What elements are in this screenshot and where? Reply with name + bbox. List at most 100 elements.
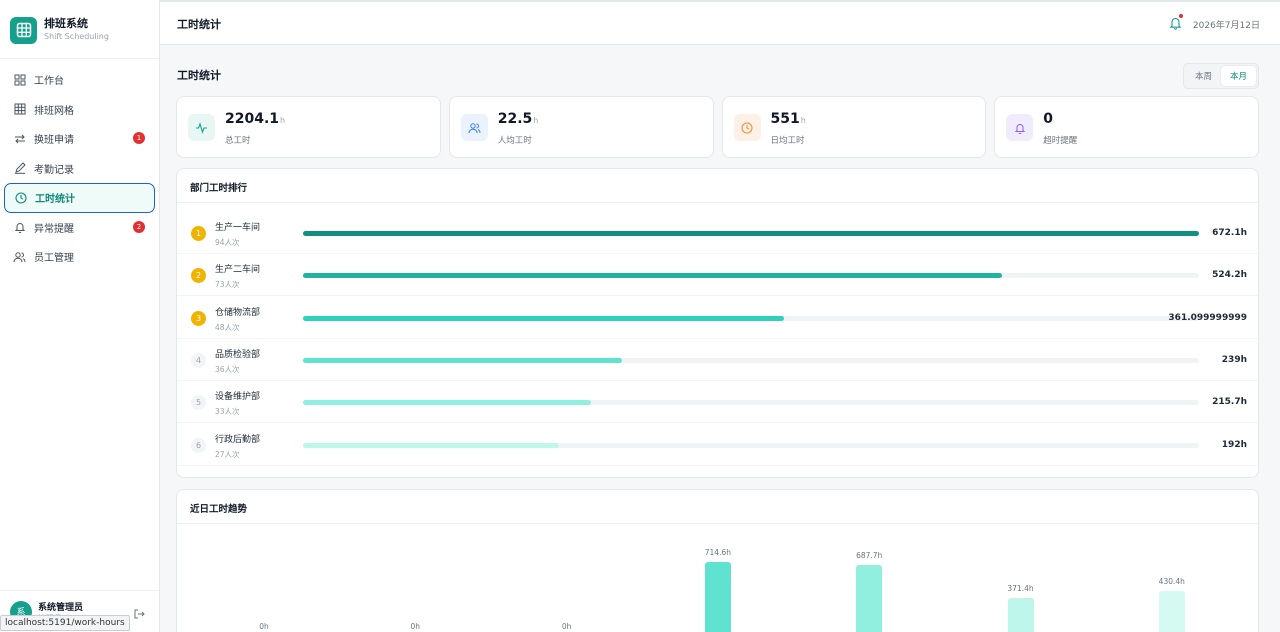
brand: 排班系统 Shift Scheduling xyxy=(0,0,159,59)
rank-bar-track xyxy=(303,442,1199,448)
sidebar-item-label: 员工管理 xyxy=(34,253,74,265)
trend-panel: 近日工时趋势 0h 0h 0h 714.6h 687.7h 371.4h 430.4h xyxy=(176,489,1259,632)
range-week-button[interactable]: 本周 xyxy=(1186,66,1221,86)
nav-badge: 2 xyxy=(133,220,145,233)
sidebar-item-label: 考勤记录 xyxy=(34,164,74,176)
stat-label: 日均工时 xyxy=(770,136,805,146)
sidebar: 排班系统 Shift Scheduling 工作台排班网格换班申请 1 考勤记录工时… xyxy=(0,0,160,632)
rank-bar-track xyxy=(303,400,1199,406)
department-name: 仓储物流部 xyxy=(215,307,261,318)
rank-hours: 239h xyxy=(1221,354,1247,365)
sidebar-item-label: 换班申请 xyxy=(34,135,74,147)
bell-icon xyxy=(13,221,26,234)
trend-bar xyxy=(1158,591,1185,632)
department-count: 94人次 xyxy=(215,238,240,247)
stat-unit: h xyxy=(800,116,806,125)
department-name: 设备维护部 xyxy=(215,392,261,403)
trend-bar-label: 0h xyxy=(410,622,421,631)
range-toggle: 本周 本月 xyxy=(1182,63,1259,89)
rank-number: 2 xyxy=(191,268,206,284)
users-icon xyxy=(460,114,488,141)
stat-card: 22.5h 人均工时 xyxy=(448,96,714,158)
ranking-row: 1 生产一车间 94人次 672.1h xyxy=(177,212,1258,254)
sidebar-item-label: 工时统计 xyxy=(35,194,75,206)
sidebar-item-label: 异常提醒 xyxy=(34,223,74,235)
page-title: 工时统计 xyxy=(177,18,221,31)
user-name: 系统管理员 xyxy=(38,602,84,613)
notification-dot xyxy=(1179,14,1183,18)
trend-bar xyxy=(1007,597,1034,632)
status-url-tooltip: localhost:5191/work-hours xyxy=(0,615,130,631)
sidebar-item-table[interactable]: 排班网格 xyxy=(4,95,155,125)
stat-value: 0 xyxy=(1043,111,1053,127)
ranking-title: 部门工时排行 xyxy=(177,169,1258,203)
rank-bar-track xyxy=(303,231,1199,236)
department-name: 生产一车间 xyxy=(215,223,261,233)
rank-bar-fill xyxy=(303,442,559,448)
clock-icon xyxy=(14,191,27,204)
bell-icon xyxy=(1006,114,1034,141)
rank-number: 4 xyxy=(191,352,206,368)
rank-bar-fill xyxy=(303,400,591,406)
range-month-button[interactable]: 本月 xyxy=(1220,66,1256,86)
rank-hours: 524.2h xyxy=(1212,270,1247,281)
department-name: 生产二车间 xyxy=(215,265,261,276)
rank-bar-fill xyxy=(303,273,1002,279)
trend-bar-label: 371.4h xyxy=(1007,583,1034,593)
rank-number: 5 xyxy=(191,395,206,411)
ranking-row: 6 行政后勤部 27人次 192h xyxy=(177,424,1258,466)
sidebar-nav: 工作台排班网格换班申请 1 考勤记录工时统计异常提醒 2 员工管理 xyxy=(0,59,159,272)
notification-bell-icon[interactable] xyxy=(1169,14,1183,34)
sidebar-item-pencil[interactable]: 考勤记录 xyxy=(4,154,155,184)
sidebar-item-grid[interactable]: 工作台 xyxy=(4,65,155,95)
stats-row: 2204.1h 总工时 22.5h 人均工时 551h 日均工时 0 超时提醒 xyxy=(176,96,1259,158)
table-icon xyxy=(10,16,37,44)
department-name: 品质检验部 xyxy=(215,349,261,360)
trend-bar xyxy=(704,562,731,632)
rank-bar-track xyxy=(303,357,1199,363)
rank-number: 1 xyxy=(191,226,206,241)
department-count: 73人次 xyxy=(215,280,240,290)
rank-bar-fill xyxy=(303,357,622,363)
sidebar-item-users[interactable]: 员工管理 xyxy=(4,242,155,272)
sidebar-item-swap[interactable]: 换班申请 1 xyxy=(4,124,155,154)
sidebar-item-label: 排班网格 xyxy=(34,105,74,117)
stat-value: 22.5h xyxy=(497,111,539,127)
swap-icon xyxy=(13,132,26,145)
activity-icon xyxy=(188,114,215,141)
rank-number: 6 xyxy=(191,437,206,453)
trend-bar-label: 0h xyxy=(561,622,572,631)
rank-hours: 672.1h xyxy=(1212,228,1247,238)
stat-value: 2204.1h xyxy=(225,111,286,127)
trend-title: 近日工时趋势 xyxy=(177,490,1258,524)
grid-icon xyxy=(13,73,26,86)
sidebar-item-label: 工作台 xyxy=(34,76,64,88)
stat-value: 551h xyxy=(770,111,806,127)
trend-chart: 0h 0h 0h 714.6h 687.7h 371.4h 430.4h xyxy=(177,524,1258,632)
sidebar-item-clock[interactable]: 工时统计 xyxy=(4,183,155,213)
section-title: 工时统计 xyxy=(177,69,221,82)
sidebar-item-bell[interactable]: 异常提醒 2 xyxy=(4,213,155,243)
stat-label: 人均工时 xyxy=(497,136,532,146)
stat-unit: h xyxy=(280,116,286,125)
topbar: 工时统计 2026年7月12日 xyxy=(160,0,1280,45)
current-date: 2026年7月12日 xyxy=(1192,21,1260,31)
stat-label: 超时提醒 xyxy=(1043,136,1078,146)
department-count: 33人次 xyxy=(215,407,240,417)
ranking-row: 3 仓储物流部 48人次 361.099999999 xyxy=(177,297,1258,339)
brand-title: 排班系统 xyxy=(44,17,88,30)
pencil-icon xyxy=(13,162,26,175)
rank-bar-track xyxy=(303,315,1199,321)
rank-number: 3 xyxy=(191,310,206,326)
logout-icon[interactable] xyxy=(133,605,145,624)
nav-badge: 1 xyxy=(133,132,145,144)
stat-card: 551h 日均工时 xyxy=(721,96,987,158)
department-ranking-panel: 部门工时排行 1 生产一车间 94人次 672.1h 2 生产二车间 73人次 5… xyxy=(176,168,1259,478)
stat-card: 0 超时提醒 xyxy=(994,96,1259,158)
trend-bar-label: 687.7h xyxy=(856,550,883,560)
department-count: 27人次 xyxy=(215,449,240,459)
ranking-row: 2 生产二车间 73人次 524.2h xyxy=(177,254,1258,297)
department-count: 48人次 xyxy=(215,322,240,332)
rank-hours: 361.099999999 xyxy=(1168,312,1247,323)
ranking-row: 5 设备维护部 33人次 215.7h xyxy=(177,381,1258,424)
